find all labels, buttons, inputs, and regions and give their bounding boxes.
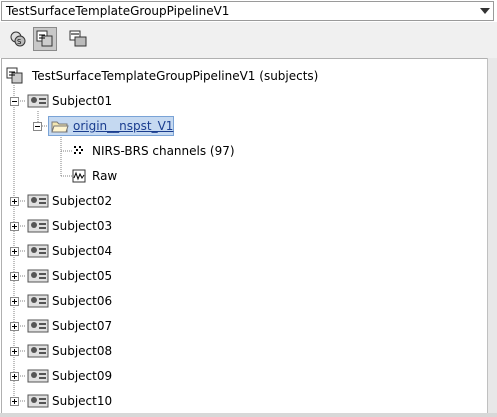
raw-label: Raw — [92, 169, 118, 183]
selected-study-highlight[interactable]: origin__nspst_V1 — [48, 116, 174, 136]
tree-item-subject08[interactable]: Subject08 — [2, 340, 487, 362]
tree-item-label: Subject02 — [52, 194, 113, 208]
tree-item-study[interactable]: origin__nspst_V1 — [2, 115, 487, 137]
folder-open-icon — [51, 121, 69, 133]
tree-item-label: Subject08 — [52, 344, 113, 358]
subject-icon — [27, 319, 49, 333]
tree-item-subject04[interactable]: Subject04 — [2, 240, 487, 262]
view-functional-button[interactable]: S — [6, 27, 30, 51]
tree-item-label: Subject04 — [52, 244, 113, 258]
protocol-dropdown-value: TestSurfaceTemplateGroupPipelineV1 — [6, 4, 230, 18]
expand-toggle[interactable] — [10, 272, 19, 281]
expand-toggle[interactable] — [10, 197, 19, 206]
tree-item-subject05[interactable]: Subject05 — [2, 265, 487, 287]
protocol-dropdown[interactable]: TestSurfaceTemplateGroupPipelineV1 — [1, 1, 494, 21]
expand-toggle[interactable] — [10, 397, 19, 406]
expand-toggle[interactable] — [10, 247, 19, 256]
tree-item-subject10[interactable]: Subject10 — [2, 390, 487, 412]
raw-data-icon — [72, 169, 86, 183]
subject-icon — [27, 369, 49, 383]
protocol-icon: S — [10, 31, 26, 47]
tree-item-raw[interactable]: Raw — [2, 165, 487, 187]
tree-item-label: Subject03 — [52, 219, 113, 233]
view-conditions-button[interactable] — [66, 27, 90, 51]
subjects-icon — [6, 67, 23, 84]
collapse-toggle[interactable] — [33, 122, 42, 131]
subject-icon — [27, 94, 49, 108]
view-subjects-button[interactable] — [33, 27, 57, 51]
toolbar: S — [0, 22, 497, 58]
tree-item-subject02[interactable]: Subject02 — [2, 190, 487, 212]
tree-item-label: Subject06 — [52, 294, 113, 308]
tree-item-channels[interactable]: NIRS-BRS channels (97) — [2, 140, 487, 162]
study-label: origin__nspst_V1 — [73, 119, 174, 133]
conditions-icon — [69, 30, 87, 47]
subjects-icon — [36, 30, 53, 47]
tree-item-label: Subject09 — [52, 369, 113, 383]
subject-icon — [27, 294, 49, 308]
subject-icon — [27, 219, 49, 233]
expand-toggle[interactable] — [10, 222, 19, 231]
tree-item-label: Subject01 — [52, 94, 113, 108]
database-tree[interactable]: TestSurfaceTemplateGroupPipelineV1 (subj… — [1, 58, 487, 415]
vertical-scrollbar[interactable] — [487, 58, 497, 415]
channels-icon — [74, 146, 83, 154]
tree-item-subject09[interactable]: Subject09 — [2, 365, 487, 387]
expand-toggle[interactable] — [10, 322, 19, 331]
subject-icon — [27, 344, 49, 358]
tree-item-label: Subject10 — [52, 394, 113, 408]
tree-item-label: Subject07 — [52, 319, 113, 333]
tree-item-subject01[interactable]: Subject01 — [2, 90, 487, 112]
tree-root[interactable]: TestSurfaceTemplateGroupPipelineV1 (subj… — [2, 65, 487, 87]
collapse-toggle[interactable] — [10, 97, 19, 106]
chevron-down-icon[interactable] — [480, 8, 490, 14]
tree-root-label: TestSurfaceTemplateGroupPipelineV1 (subj… — [32, 69, 319, 83]
tree-item-subject06[interactable]: Subject06 — [2, 290, 487, 312]
expand-toggle[interactable] — [10, 347, 19, 356]
tree-item-label: Subject05 — [52, 269, 113, 283]
tree-item-subject07[interactable]: Subject07 — [2, 315, 487, 337]
tree-item-subject03[interactable]: Subject03 — [2, 215, 487, 237]
subject-icon — [27, 269, 49, 283]
expand-toggle[interactable] — [10, 372, 19, 381]
subject-icon — [27, 194, 49, 208]
svg-text:S: S — [17, 38, 22, 46]
subject-icon — [27, 394, 49, 408]
expand-toggle[interactable] — [10, 297, 19, 306]
channels-label: NIRS-BRS channels (97) — [92, 144, 235, 158]
subject-icon — [27, 244, 49, 258]
horizontal-scrollbar[interactable] — [0, 413, 497, 417]
